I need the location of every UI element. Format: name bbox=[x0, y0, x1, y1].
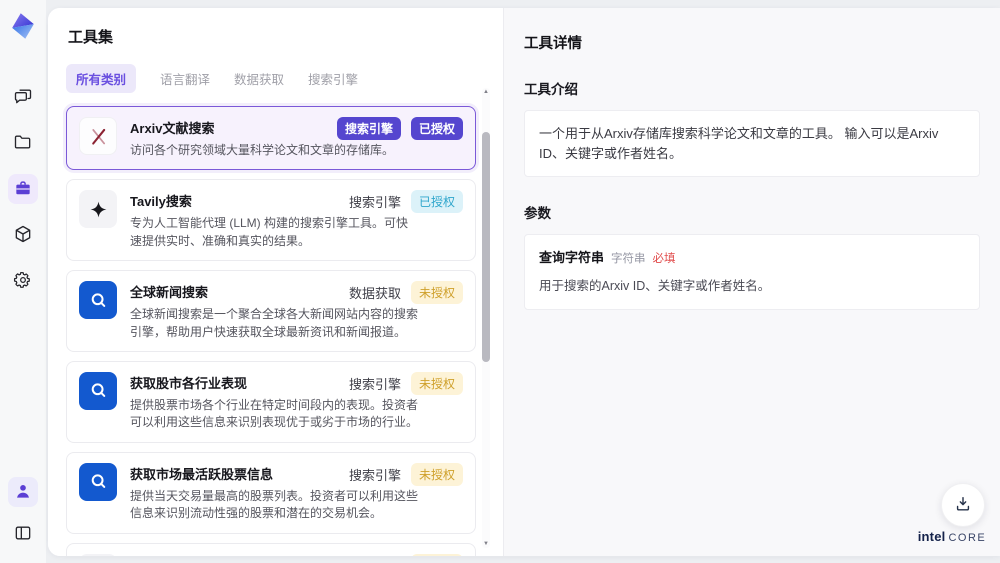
param-name: 查询字符串 bbox=[539, 250, 605, 265]
tool-meta: 搜索引擎 已授权 bbox=[348, 190, 463, 214]
gear-icon bbox=[13, 270, 33, 293]
tool-card-0[interactable]: Arxiv文献搜索 访问各个研究领域大量科学论文和文章的存储库。 搜索引擎 已授… bbox=[66, 106, 476, 171]
tool-card-2[interactable]: 全球新闻搜索 全球新闻搜索是一个聚合全球各大新闻网站内容的搜索引擎，帮助用户快速… bbox=[66, 270, 476, 352]
arxiv-logo-icon bbox=[79, 117, 117, 155]
tool-meta: 搜索引擎 已授权 bbox=[336, 117, 463, 140]
param-card: 查询字符串 字符串 必填 用于搜索的Arxiv ID、关键字或作者姓名。 bbox=[524, 234, 980, 310]
category-tabs: 所有类别 语言翻译 数据获取 搜索引擎 bbox=[66, 64, 503, 93]
cube-icon bbox=[13, 224, 33, 247]
tool-description: 提供股票市场各个行业在特定时间段内的表现。投资者可以利用这些信息来识别表现优于或… bbox=[130, 397, 419, 430]
tool-meta: 搜索引擎 未授权 bbox=[348, 371, 463, 395]
tab-1[interactable]: 语言翻译 bbox=[160, 69, 210, 88]
app-logo bbox=[7, 10, 39, 42]
tab-2[interactable]: 数据获取 bbox=[234, 69, 284, 88]
param-type: 字符串 bbox=[611, 253, 646, 265]
tool-meta: 搜索引擎 未授权 bbox=[348, 462, 463, 486]
sidebar-item-tools[interactable] bbox=[8, 174, 38, 204]
tools-pane: 工具集 所有类别 语言翻译 数据获取 搜索引擎 Arxiv文献搜索 访问各个研究领域大… bbox=[48, 8, 503, 556]
tool-card-1[interactable]: Tavily搜索 专为人工智能代理 (LLM) 构建的搜索引擎工具。可快速提供实… bbox=[66, 179, 476, 262]
user-icon bbox=[13, 481, 33, 504]
status-badge: 已授权 bbox=[410, 190, 463, 214]
main-content: 工具集 所有类别 语言翻译 数据获取 搜索引擎 Arxiv文献搜索 访问各个研究领域大… bbox=[48, 8, 1000, 556]
tool-card-5[interactable]: 万维地区新闻查询 查询具体行政区划内的新闻，快速了解各地新闻动向。 搜索引擎 未… bbox=[66, 542, 476, 556]
intel-core-logo: intel CORE bbox=[917, 529, 987, 544]
tab-3[interactable]: 搜索引擎 bbox=[308, 69, 358, 88]
details-title: 工具详情 bbox=[524, 36, 582, 52]
scrollbar-thumb[interactable] bbox=[482, 132, 490, 362]
scroll-down-icon[interactable]: ▼ bbox=[482, 540, 490, 548]
status-badge: 已授权 bbox=[410, 117, 463, 140]
tool-list: Arxiv文献搜索 访问各个研究领域大量科学论文和文章的存储库。 搜索引擎 已授… bbox=[66, 106, 476, 556]
param-description: 用于搜索的Arxiv ID、关键字或作者姓名。 bbox=[539, 279, 771, 294]
tool-description: 访问各个研究领域大量科学论文和文章的存储库。 bbox=[130, 143, 395, 157]
status-badge: 未授权 bbox=[410, 371, 463, 395]
newspaper-icon bbox=[79, 553, 117, 556]
tool-description: 提供当天交易量最高的股票列表。投资者可以利用这些信息来识别流动性强的股票和潜在的… bbox=[130, 488, 419, 521]
sidebar bbox=[0, 0, 46, 563]
search-blue-icon bbox=[79, 281, 117, 320]
details-pane: 工具详情 工具介绍 一个用于从Arxiv存储库搜索科学论文和文章的工具。 输入可… bbox=[503, 8, 1000, 556]
tool-category: 搜索引擎 bbox=[348, 467, 401, 483]
param-required-label: 必填 bbox=[652, 253, 676, 265]
status-badge: 未授权 bbox=[410, 553, 463, 556]
sidebar-item-files[interactable] bbox=[8, 128, 38, 158]
tool-category: 数据获取 bbox=[348, 286, 401, 302]
tool-description: 专为人工智能代理 (LLM) 构建的搜索引擎工具。可快速提供实时、准确和真实的结… bbox=[130, 216, 409, 248]
page-title: 工具集 bbox=[68, 29, 114, 46]
sidebar-item-settings[interactable] bbox=[8, 266, 38, 296]
sparkle-icon bbox=[79, 190, 117, 229]
tab-0[interactable]: 所有类别 bbox=[66, 64, 137, 93]
scroll-up-icon[interactable]: ▲ bbox=[482, 88, 490, 96]
tool-meta: 搜索引擎 未授权 bbox=[349, 553, 463, 556]
tool-card-4[interactable]: 获取市场最活跃股票信息 提供当天交易量最高的股票列表。投资者可以利用这些信息来识… bbox=[66, 451, 476, 534]
folder-icon bbox=[13, 132, 33, 155]
sidebar-item-packages[interactable] bbox=[8, 220, 38, 250]
tool-category: 搜索引擎 bbox=[336, 117, 401, 140]
download-icon bbox=[953, 494, 973, 517]
tool-category: 搜索引擎 bbox=[348, 376, 401, 392]
tool-card-3[interactable]: 获取股市各行业表现 提供股票市场各个行业在特定时间段内的表现。投资者可以利用这些… bbox=[66, 360, 476, 443]
sidebar-item-chat[interactable] bbox=[8, 82, 38, 112]
panel-layout-icon bbox=[13, 523, 33, 546]
newspaper-blue-icon bbox=[79, 462, 117, 501]
sidebar-item-account[interactable] bbox=[8, 477, 38, 507]
tool-description: 全球新闻搜索是一个聚合全球各大新闻网站内容的搜索引擎，帮助用户快速获取全球最新资… bbox=[130, 307, 419, 339]
tool-meta: 数据获取 未授权 bbox=[348, 281, 463, 305]
chat-icon bbox=[13, 86, 33, 109]
tool-category: 搜索引擎 bbox=[348, 195, 401, 211]
list-scrollbar[interactable]: ▲ ▼ bbox=[482, 88, 490, 548]
search-blue-icon bbox=[79, 371, 117, 410]
tool-intro-text: 一个用于从Arxiv存储库搜索科学论文和文章的工具。 输入可以是Arxiv ID… bbox=[524, 110, 980, 177]
status-badge: 未授权 bbox=[410, 462, 463, 486]
status-badge: 未授权 bbox=[410, 281, 463, 305]
toolbox-icon bbox=[13, 178, 33, 201]
intro-heading: 工具介绍 bbox=[524, 82, 578, 97]
download-button[interactable] bbox=[941, 483, 985, 527]
params-heading: 参数 bbox=[524, 206, 551, 221]
collapse-sidebar-button[interactable] bbox=[8, 519, 38, 549]
